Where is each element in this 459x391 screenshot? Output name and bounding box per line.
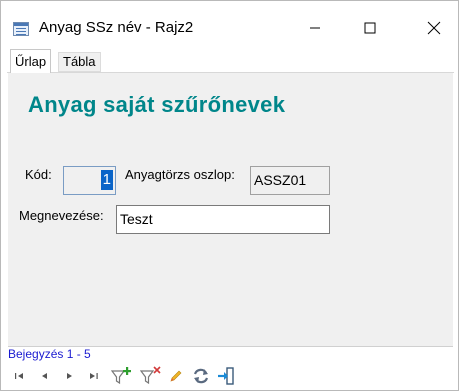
oszlop-field[interactable]: ASSZ01: [250, 166, 330, 195]
record-status: Bejegyzés 1 - 5: [8, 347, 91, 361]
filter-remove-button[interactable]: [140, 365, 162, 387]
minimize-button[interactable]: [292, 9, 338, 47]
kod-label: Kód:: [25, 167, 52, 182]
last-icon: [90, 373, 98, 379]
first-icon: [15, 373, 23, 379]
window-title: Anyag SSz név - Rajz2: [39, 19, 194, 36]
filter-add-button[interactable]: [111, 365, 133, 387]
page-title: Anyag saját szűrőnevek: [28, 92, 286, 117]
filter-add-icon: [111, 367, 131, 385]
app-window: Anyag SSz név - Rajz2 Űrlap Tábla Anyag …: [0, 0, 459, 391]
tab-tabla[interactable]: Tábla: [58, 52, 101, 72]
table-app-icon: [13, 22, 29, 36]
edit-button[interactable]: [165, 365, 187, 387]
prev-icon: [42, 373, 47, 379]
exit-icon: [218, 367, 234, 385]
close-icon: [427, 21, 441, 35]
kod-field[interactable]: 1: [63, 166, 116, 195]
megnevezes-label: Megnevezése:: [19, 208, 104, 223]
maximize-icon: [364, 22, 376, 34]
close-button[interactable]: [411, 9, 457, 47]
refresh-button[interactable]: [190, 365, 212, 387]
prev-record-button[interactable]: [34, 365, 56, 387]
refresh-icon: [193, 368, 209, 384]
first-record-button[interactable]: [8, 365, 30, 387]
form-panel: Anyag saját szűrőnevek Kód: 1 Anyagtörzs…: [8, 73, 453, 346]
kod-value: 1: [100, 170, 113, 190]
edit-icon: [170, 370, 182, 382]
next-record-button[interactable]: [58, 365, 80, 387]
exit-button[interactable]: [215, 365, 237, 387]
tab-strip: Űrlap Tábla: [7, 49, 454, 73]
oszlop-label: Anyagtörzs oszlop:: [125, 167, 235, 182]
record-navigator: [8, 365, 453, 387]
next-icon: [67, 373, 72, 379]
minimize-icon: [310, 27, 320, 29]
filter-remove-icon: [140, 366, 161, 385]
last-record-button[interactable]: [83, 365, 105, 387]
megnevezes-field[interactable]: Teszt: [116, 205, 330, 234]
maximize-button[interactable]: [347, 9, 393, 47]
title-bar[interactable]: Anyag SSz név - Rajz2: [1, 1, 458, 48]
tab-urlap[interactable]: Űrlap: [10, 49, 52, 73]
